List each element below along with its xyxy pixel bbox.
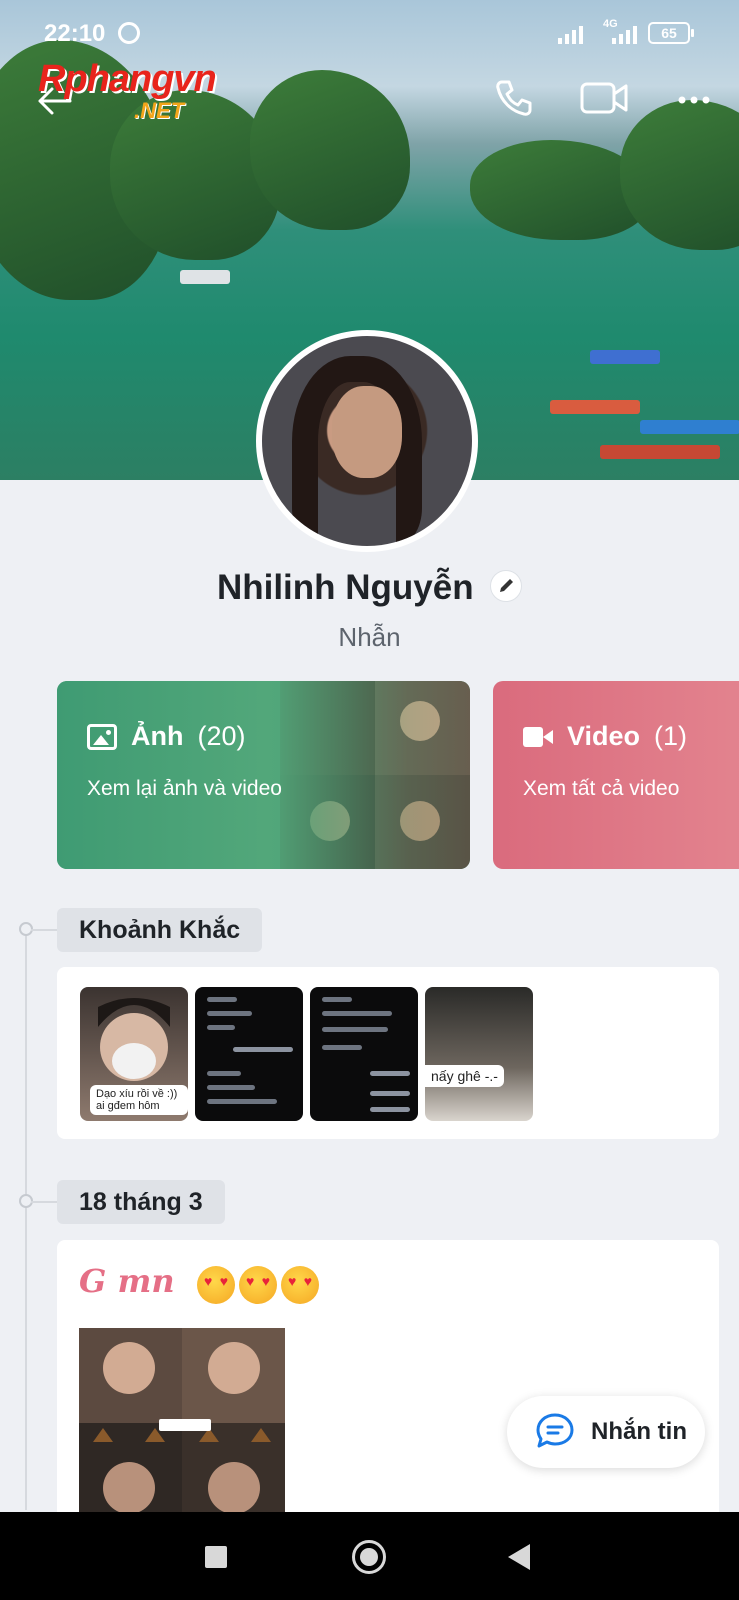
cover-boat <box>590 350 660 364</box>
message-button[interactable]: Nhắn tin <box>507 1396 705 1468</box>
chat-line <box>207 997 237 1002</box>
cover-mountain <box>620 100 739 250</box>
chat-line <box>322 1027 388 1032</box>
videos-card-title: Video (1) <box>523 721 687 752</box>
profile-nickname: Nhẫn <box>338 622 401 652</box>
videos-card-subtitle: Xem tất cả video <box>523 777 680 800</box>
heart-eyes-emoji <box>281 1266 319 1304</box>
cover-boat <box>640 420 739 434</box>
videos-card-label: Video <box>567 721 641 751</box>
date-label: 18 tháng 3 <box>57 1180 225 1224</box>
chat-line <box>322 1011 392 1016</box>
timeline-line <box>25 930 27 1510</box>
pencil-icon <box>500 579 514 592</box>
alarm-icon <box>118 22 140 44</box>
post-emojis <box>197 1266 319 1304</box>
moment-thumb[interactable]: Dạo xíu rồi về :)) ai gđem hôm <box>80 987 188 1121</box>
heart-eyes-emoji <box>239 1266 277 1304</box>
videos-count: (1) <box>654 721 688 751</box>
signal-icon <box>612 24 637 44</box>
chat-line <box>207 1025 235 1030</box>
post-card[interactable]: G mn <box>57 1240 719 1512</box>
photos-card[interactable]: Ảnh (20) Xem lại ảnh và video <box>57 681 470 869</box>
timeline-connector <box>31 929 57 931</box>
profile-avatar[interactable] <box>256 330 478 552</box>
nav-back-icon[interactable] <box>508 1544 530 1570</box>
chat-line <box>207 1071 241 1076</box>
moment-caption: Dạo xíu rồi về :)) ai gđem hôm <box>90 1085 188 1115</box>
timeline-connector <box>31 1201 57 1203</box>
cover-mountain <box>250 70 410 230</box>
chat-line <box>207 1099 277 1104</box>
chat-line <box>322 1045 362 1050</box>
message-button-label: Nhắn tin <box>591 1418 687 1445</box>
chat-line <box>233 1047 293 1052</box>
chat-line <box>322 997 352 1002</box>
chat-line <box>370 1107 410 1112</box>
photos-card-label: Ảnh <box>131 721 184 751</box>
phone-icon[interactable] <box>494 78 534 118</box>
chat-line <box>207 1085 255 1090</box>
recents-icon[interactable] <box>205 1546 227 1568</box>
photos-card-subtitle: Xem lại ảnh và video <box>87 777 282 800</box>
photos-card-gradient <box>57 681 470 869</box>
back-arrow-icon[interactable] <box>36 86 72 116</box>
video-icon <box>523 726 553 747</box>
heart-eyes-emoji <box>197 1266 235 1304</box>
post-image[interactable] <box>79 1328 285 1512</box>
post-text: G mn <box>79 1262 175 1300</box>
moments-panel: Dạo xíu rồi về :)) ai gđem hôm nấy ghê -… <box>57 967 719 1139</box>
more-dots-icon[interactable] <box>678 94 710 106</box>
chat-bubble-icon <box>536 1413 574 1448</box>
battery-icon: 65 <box>648 22 694 44</box>
profile-name: Nhilinh Nguyễn <box>216 568 474 607</box>
chat-line <box>207 1011 252 1016</box>
avatar-face <box>332 386 402 478</box>
image-icon <box>87 723 117 750</box>
chat-line <box>370 1071 410 1076</box>
profile-name-row: Nhilinh Nguyễn <box>0 568 739 608</box>
status-bar: 22:10 4G 65 <box>0 0 739 64</box>
moment-thumb[interactable] <box>195 987 303 1121</box>
signal-icon <box>558 24 583 44</box>
cover-boat <box>180 270 230 284</box>
chat-line <box>370 1091 410 1096</box>
cover-boat <box>550 400 640 414</box>
moments-label: Khoảnh Khắc <box>57 908 263 952</box>
home-icon[interactable] <box>352 1540 386 1574</box>
videos-card[interactable]: Video (1) Xem tất cả video <box>493 681 739 869</box>
watermark-logo-sub: .NET <box>134 98 185 123</box>
system-nav-bar <box>0 1512 739 1600</box>
cover-boat <box>600 445 720 459</box>
moment-thumb[interactable]: nấy ghê -.- <box>425 987 533 1121</box>
edit-name-button[interactable] <box>490 570 523 602</box>
video-camera-icon[interactable] <box>580 80 628 116</box>
status-time: 22:10 <box>44 20 106 47</box>
moment-caption: nấy ghê -.- <box>425 1065 504 1087</box>
photos-count: (20) <box>197 721 246 751</box>
moment-thumb[interactable] <box>310 987 418 1121</box>
photos-card-title: Ảnh (20) <box>87 721 246 752</box>
post-image-collage <box>79 1328 285 1512</box>
